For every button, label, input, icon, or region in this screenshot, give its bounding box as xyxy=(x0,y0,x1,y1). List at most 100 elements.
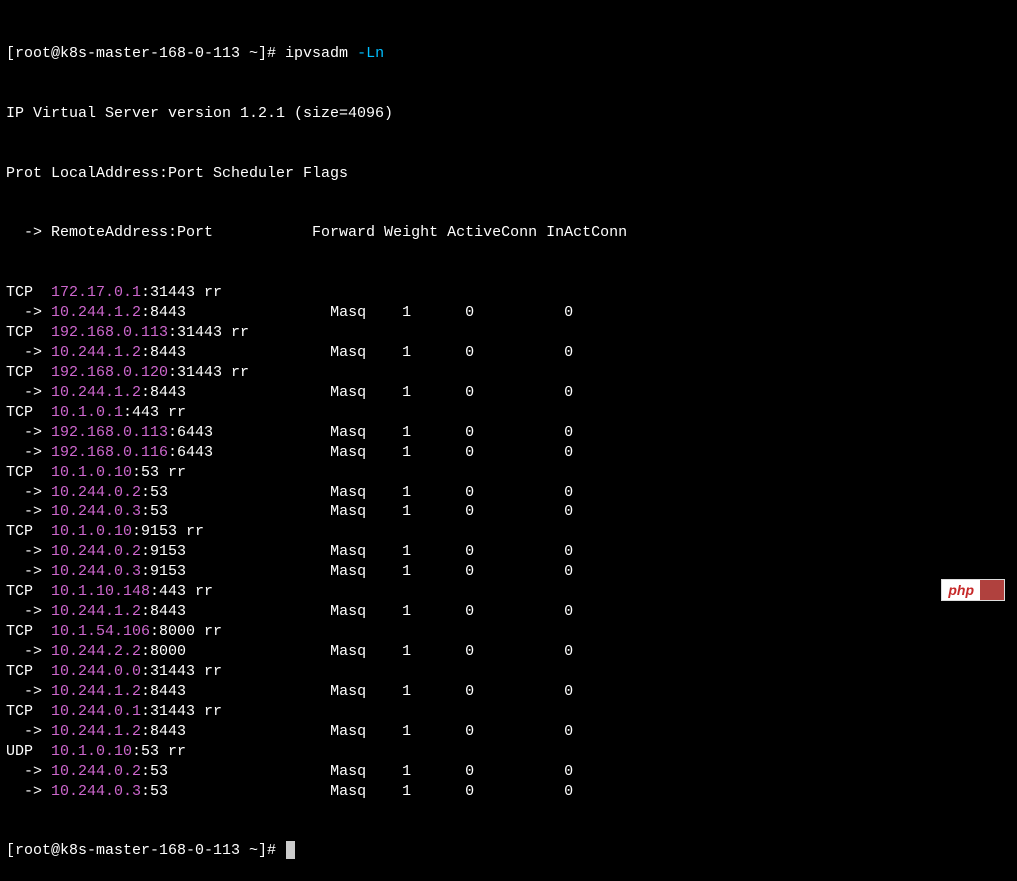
backend-ip: 10.244.0.3 xyxy=(51,503,141,520)
table-header-2: -> RemoteAddress:Port Forward Weight Act… xyxy=(6,223,1011,243)
protocol: TCP xyxy=(6,703,51,720)
active-conn: 0 xyxy=(465,763,564,780)
weight: 1 xyxy=(402,643,465,660)
backend-port: :53 xyxy=(141,763,330,780)
protocol: TCP xyxy=(6,623,51,640)
service-row: TCP 192.168.0.113:31443 rr xyxy=(6,323,1011,343)
backend-ip: 192.168.0.116 xyxy=(51,444,168,461)
weight: 1 xyxy=(402,563,465,580)
service-row: TCP 172.17.0.1:31443 rr xyxy=(6,283,1011,303)
service-ip: 10.1.0.10 xyxy=(51,523,132,540)
active-conn: 0 xyxy=(465,543,564,560)
service-ip: 192.168.0.120 xyxy=(51,364,168,381)
service-ip: 172.17.0.1 xyxy=(51,284,141,301)
backend-row: -> 10.244.1.2:8443 Masq 1 0 0 xyxy=(6,383,1011,403)
inactive-conn: 0 xyxy=(564,543,573,560)
backend-ip: 10.244.1.2 xyxy=(51,384,141,401)
forward-method: Masq xyxy=(330,643,402,660)
arrow-icon: -> xyxy=(6,643,51,660)
backend-port: :9153 xyxy=(141,543,330,560)
weight: 1 xyxy=(402,763,465,780)
service-row: TCP 10.244.0.0:31443 rr xyxy=(6,662,1011,682)
backend-row: -> 10.244.1.2:8443 Masq 1 0 0 xyxy=(6,722,1011,742)
forward-method: Masq xyxy=(330,763,402,780)
weight: 1 xyxy=(402,603,465,620)
backend-port: :8443 xyxy=(141,344,330,361)
protocol: TCP xyxy=(6,464,51,481)
ipvs-table-body: TCP 172.17.0.1:31443 rr -> 10.244.1.2:84… xyxy=(6,283,1011,801)
backend-port: :9153 xyxy=(141,563,330,580)
weight: 1 xyxy=(402,543,465,560)
arrow-icon: -> xyxy=(6,723,51,740)
service-ip: 10.1.0.10 xyxy=(51,464,132,481)
active-conn: 0 xyxy=(465,723,564,740)
inactive-conn: 0 xyxy=(564,444,573,461)
backend-row: -> 10.244.0.2:53 Masq 1 0 0 xyxy=(6,762,1011,782)
forward-method: Masq xyxy=(330,543,402,560)
active-conn: 0 xyxy=(465,444,564,461)
backend-ip: 10.244.0.2 xyxy=(51,763,141,780)
service-port-sched: :31443 rr xyxy=(141,703,222,720)
inactive-conn: 0 xyxy=(564,304,573,321)
command-name: ipvsadm xyxy=(285,45,357,62)
protocol: TCP xyxy=(6,284,51,301)
active-conn: 0 xyxy=(465,384,564,401)
service-ip: 10.1.0.10 xyxy=(51,743,132,760)
backend-ip: 10.244.2.2 xyxy=(51,643,141,660)
service-port-sched: :31443 rr xyxy=(168,364,249,381)
arrow-icon: -> xyxy=(6,344,51,361)
backend-port: :53 xyxy=(141,503,330,520)
weight: 1 xyxy=(402,783,465,800)
backend-row: -> 10.244.1.2:8443 Masq 1 0 0 xyxy=(6,303,1011,323)
forward-method: Masq xyxy=(330,783,402,800)
service-ip: 10.1.54.106 xyxy=(51,623,150,640)
arrow-icon: -> xyxy=(6,603,51,620)
backend-port: :53 xyxy=(141,783,330,800)
inactive-conn: 0 xyxy=(564,503,573,520)
backend-port: :8443 xyxy=(141,384,330,401)
service-port-sched: :31443 rr xyxy=(168,324,249,341)
service-port-sched: :8000 rr xyxy=(150,623,222,640)
weight: 1 xyxy=(402,344,465,361)
forward-method: Masq xyxy=(330,484,402,501)
service-port-sched: :443 rr xyxy=(123,404,186,421)
arrow-icon: -> xyxy=(6,763,51,780)
arrow-icon: -> xyxy=(6,384,51,401)
protocol: TCP xyxy=(6,583,51,600)
next-prompt-line[interactable]: [root@k8s-master-168-0-113 ~]# xyxy=(6,841,1011,861)
backend-port: :8443 xyxy=(141,723,330,740)
service-port-sched: :31443 rr xyxy=(141,284,222,301)
weight: 1 xyxy=(402,503,465,520)
forward-method: Masq xyxy=(330,384,402,401)
protocol: TCP xyxy=(6,404,51,421)
weight: 1 xyxy=(402,484,465,501)
weight: 1 xyxy=(402,384,465,401)
version-line: IP Virtual Server version 1.2.1 (size=40… xyxy=(6,104,1011,124)
command-arg: -Ln xyxy=(357,45,384,62)
inactive-conn: 0 xyxy=(564,484,573,501)
backend-ip: 10.244.0.2 xyxy=(51,543,141,560)
shell-prompt: [root@k8s-master-168-0-113 ~]# xyxy=(6,45,285,62)
watermark-badge: php xyxy=(941,579,1005,601)
protocol: TCP xyxy=(6,663,51,680)
inactive-conn: 0 xyxy=(564,424,573,441)
arrow-icon: -> xyxy=(6,444,51,461)
forward-method: Masq xyxy=(330,344,402,361)
service-port-sched: :443 rr xyxy=(150,583,213,600)
cursor-icon xyxy=(286,841,295,859)
cn-logo xyxy=(980,580,1004,600)
weight: 1 xyxy=(402,424,465,441)
weight: 1 xyxy=(402,683,465,700)
backend-port: :8443 xyxy=(141,683,330,700)
backend-row: -> 10.244.0.3:9153 Masq 1 0 0 xyxy=(6,562,1011,582)
service-ip: 10.244.0.1 xyxy=(51,703,141,720)
backend-ip: 10.244.0.3 xyxy=(51,563,141,580)
service-row: TCP 192.168.0.120:31443 rr xyxy=(6,363,1011,383)
inactive-conn: 0 xyxy=(564,563,573,580)
backend-ip: 10.244.1.2 xyxy=(51,304,141,321)
arrow-icon: -> xyxy=(6,503,51,520)
service-row: TCP 10.244.0.1:31443 rr xyxy=(6,702,1011,722)
inactive-conn: 0 xyxy=(564,384,573,401)
backend-ip: 10.244.0.3 xyxy=(51,783,141,800)
arrow-icon: -> xyxy=(6,424,51,441)
